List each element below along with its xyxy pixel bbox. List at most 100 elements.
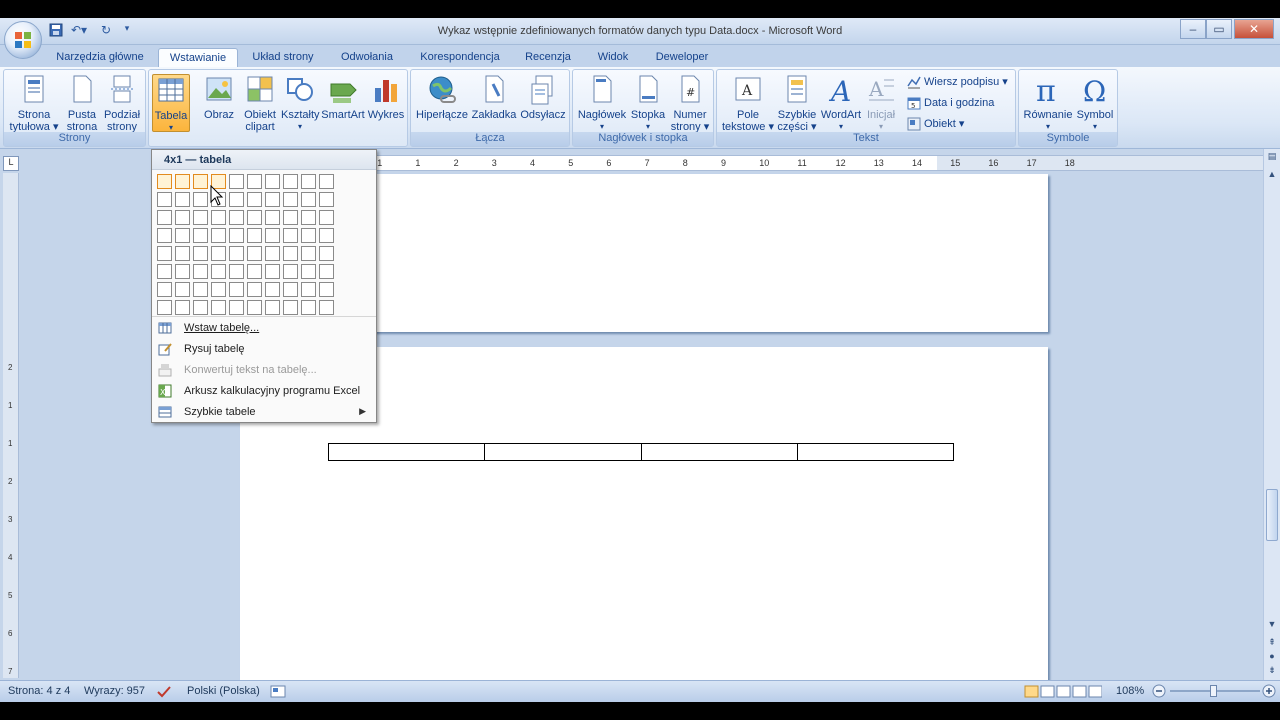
table-grid-cell[interactable] (157, 300, 172, 315)
table-grid-cell[interactable] (247, 174, 262, 189)
page-break-button[interactable]: Podział strony (102, 74, 142, 133)
ruler-toggle-icon[interactable]: ▤ (1265, 151, 1279, 165)
table-grid-cell[interactable] (283, 192, 298, 207)
table-grid-cell[interactable] (319, 210, 334, 225)
table-grid-cell[interactable] (211, 282, 226, 297)
table-grid-cell[interactable] (229, 246, 244, 261)
table-grid-cell[interactable] (211, 264, 226, 279)
table-grid-cell[interactable] (175, 264, 190, 279)
table-grid-cell[interactable] (229, 300, 244, 315)
table-grid-cell[interactable] (319, 264, 334, 279)
table-grid-cell[interactable] (193, 282, 208, 297)
table-grid-cell[interactable] (283, 300, 298, 315)
print-layout-view-icon[interactable] (1024, 685, 1103, 701)
save-icon[interactable] (48, 23, 64, 39)
insert-table-item[interactable]: Wstaw tabelę... (152, 318, 376, 338)
picture-button[interactable]: Obraz (201, 74, 237, 121)
header-button[interactable]: Nagłówek ▾ (576, 74, 628, 133)
table-grid-cell[interactable] (229, 210, 244, 225)
table-grid-cell[interactable] (247, 210, 262, 225)
table-grid-cell[interactable] (283, 228, 298, 243)
table-grid-cell[interactable] (211, 228, 226, 243)
tab-selector[interactable]: L (3, 156, 19, 171)
table-cell[interactable] (796, 443, 955, 461)
table-grid-cell[interactable] (157, 210, 172, 225)
table-grid-cell[interactable] (319, 228, 334, 243)
table-grid-cell[interactable] (175, 192, 190, 207)
table-grid-cell[interactable] (247, 228, 262, 243)
table-grid-cell[interactable] (301, 228, 316, 243)
office-button[interactable] (4, 21, 42, 59)
quick-tables-item[interactable]: Szybkie tabele ▶ (152, 402, 376, 422)
vertical-ruler[interactable]: 21123456789 (3, 173, 19, 678)
page-number-button[interactable]: # Numer strony ▾ (669, 74, 711, 133)
table-grid-cell[interactable] (157, 192, 172, 207)
zoom-out-icon[interactable] (1152, 684, 1166, 701)
zoom-slider-handle[interactable] (1210, 685, 1217, 697)
table-grid-cell[interactable] (319, 246, 334, 261)
cross-reference-button[interactable]: Odsyłacz (519, 74, 567, 121)
table-cell[interactable] (640, 443, 798, 461)
table-grid-cell[interactable] (319, 192, 334, 207)
table-grid-cell[interactable] (211, 210, 226, 225)
table-grid-cell[interactable] (175, 300, 190, 315)
table-grid-cell[interactable] (157, 174, 172, 189)
wordart-button[interactable]: A WordArt ▾ (819, 74, 863, 133)
table-grid-cell[interactable] (247, 246, 262, 261)
table-grid-cell[interactable] (211, 300, 226, 315)
table-grid-cell[interactable] (193, 174, 208, 189)
table-grid-cell[interactable] (229, 228, 244, 243)
browse-object-icon[interactable]: ● (1265, 651, 1279, 665)
table-grid-cell[interactable] (157, 264, 172, 279)
table-grid-cell[interactable] (193, 246, 208, 261)
document-table[interactable] (327, 443, 955, 461)
zoom-in-icon[interactable] (1262, 684, 1276, 701)
table-grid-cell[interactable] (265, 264, 280, 279)
tab-korespondencja[interactable]: Korespondencja (414, 48, 506, 67)
macro-record-icon[interactable] (270, 685, 286, 701)
table-grid-cell[interactable] (247, 192, 262, 207)
symbol-button[interactable]: Ω Symbol ▾ (1075, 74, 1115, 133)
table-grid-cell[interactable] (283, 246, 298, 261)
smartart-button[interactable]: SmartArt (321, 74, 365, 121)
table-grid-cell[interactable] (301, 192, 316, 207)
table-grid-cell[interactable] (247, 282, 262, 297)
scroll-up-icon[interactable]: ▲ (1265, 169, 1279, 183)
table-grid-cell[interactable] (319, 174, 334, 189)
tab-odwolania[interactable]: Odwołania (334, 48, 400, 67)
bookmark-button[interactable]: Zakładka (471, 74, 517, 121)
next-page-icon[interactable]: ⇟ (1265, 665, 1279, 679)
table-cell[interactable] (484, 443, 642, 461)
vertical-scrollbar[interactable]: ▤ ▲ ▼ ⇞ ● ⇟ (1263, 149, 1280, 680)
text-box-button[interactable]: A Pole tekstowe ▾ (721, 74, 775, 133)
table-grid-cell[interactable] (283, 174, 298, 189)
table-grid-cell[interactable] (265, 228, 280, 243)
cover-page-button[interactable]: Strona tytułowa ▾ (8, 74, 60, 133)
table-grid-cell[interactable] (193, 228, 208, 243)
table-grid-cell[interactable] (193, 210, 208, 225)
page-count[interactable]: Strona: 4 z 4 (8, 685, 70, 697)
table-grid-cell[interactable] (193, 300, 208, 315)
quick-parts-button[interactable]: Szybkie części ▾ (775, 74, 819, 133)
table-grid-cell[interactable] (319, 300, 334, 315)
table-grid-cell[interactable] (229, 282, 244, 297)
table-grid-cell[interactable] (157, 228, 172, 243)
table-grid-cell[interactable] (301, 174, 316, 189)
table-grid-cell[interactable] (265, 300, 280, 315)
table-grid-cell[interactable] (301, 210, 316, 225)
table-button[interactable]: Tabela ▾ (152, 74, 190, 132)
table-grid-cell[interactable] (265, 174, 280, 189)
date-time-button[interactable]: 5 Data i godzina (907, 95, 994, 113)
table-grid-cell[interactable] (301, 246, 316, 261)
table-grid-cell[interactable] (265, 282, 280, 297)
hyperlink-button[interactable]: Hiperłącze (415, 74, 469, 121)
table-grid-cell[interactable] (175, 246, 190, 261)
tab-wstawianie[interactable]: Wstawianie (158, 48, 238, 67)
table-grid-cell[interactable] (193, 264, 208, 279)
table-grid-cell[interactable] (247, 300, 262, 315)
zoom-level[interactable]: 108% (1116, 685, 1144, 697)
clipart-button[interactable]: Obiekt clipart (241, 74, 279, 133)
table-grid-cell[interactable] (319, 282, 334, 297)
table-grid-cell[interactable] (265, 192, 280, 207)
tab-uklad-strony[interactable]: Układ strony (246, 48, 320, 67)
